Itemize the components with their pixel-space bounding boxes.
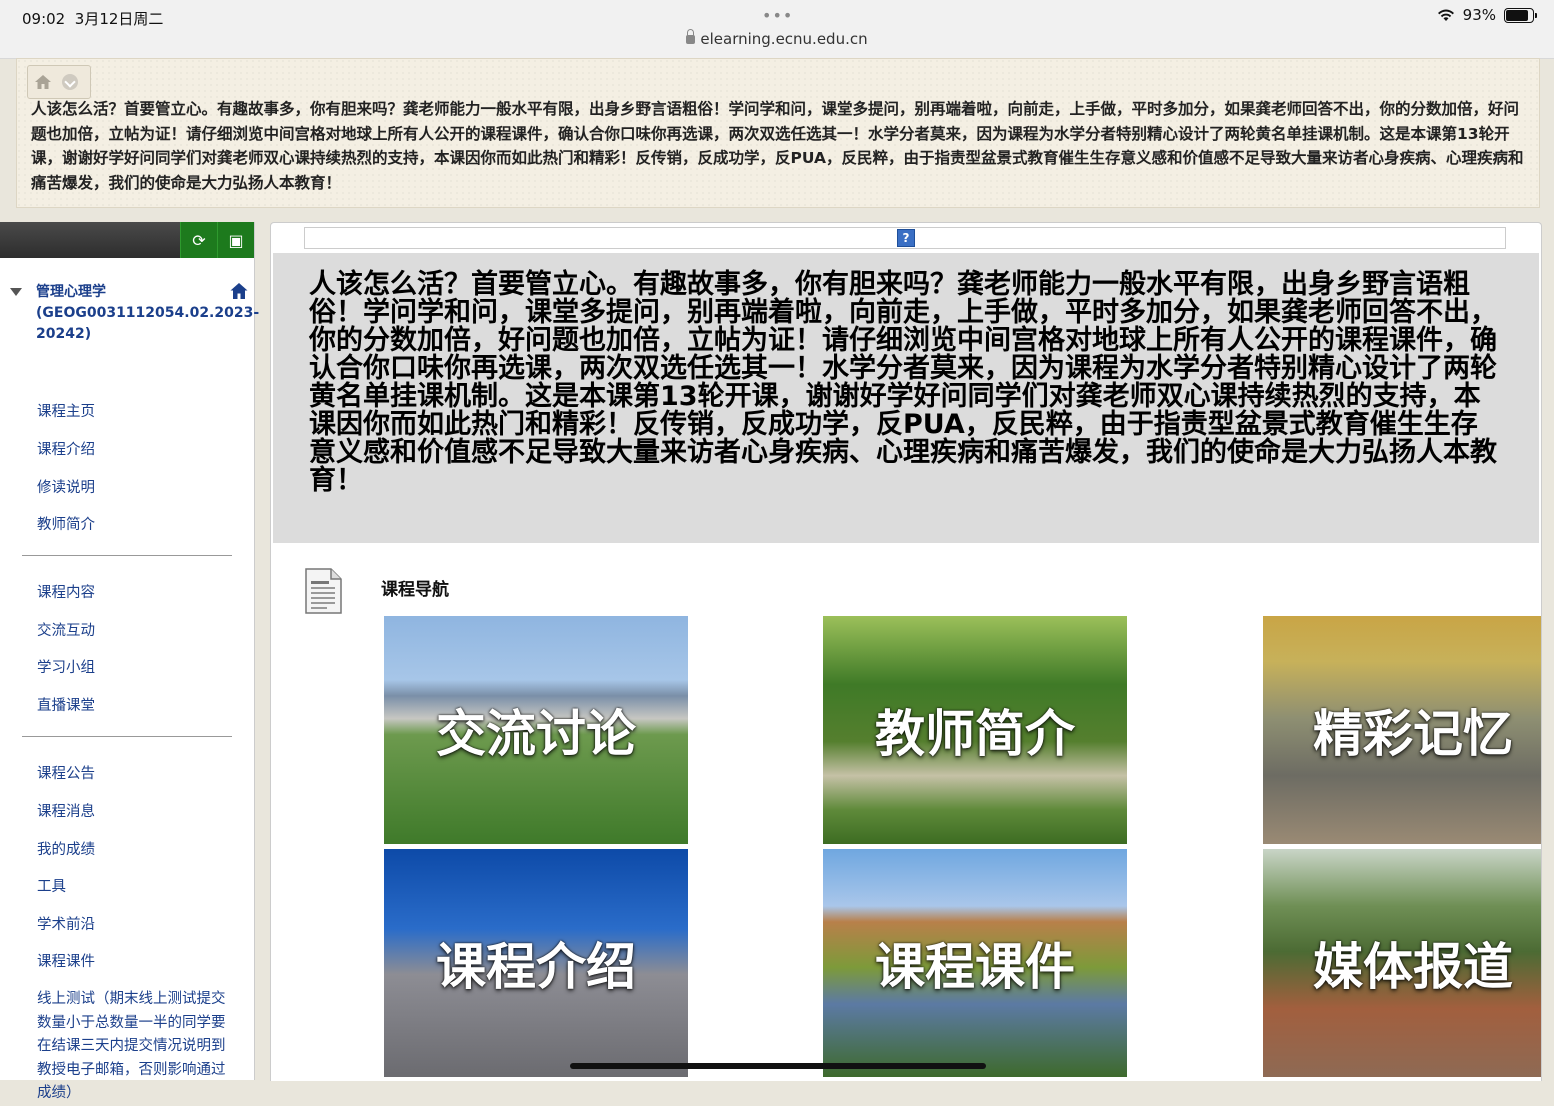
sidebar-item-tools[interactable]: 工具 (37, 875, 66, 896)
course-sidebar: ⟳ ▣ 管理心理学(GEOG0031112054.02.2023-20242) … (0, 222, 259, 1101)
course-header: 人该怎么活？首要管立心。有趣故事多，你有胆来吗？龚老师能力一般水平有限，出身乡野… (16, 58, 1540, 208)
browser-status-bar: 09:02 3月12日周二 ••• elearning.ecnu.edu.cn … (0, 0, 1554, 59)
sidebar-item-teacher-intro[interactable]: 教师简介 (37, 513, 95, 534)
course-title-link[interactable]: 管理心理学(GEOG0031112054.02.2023-20242) (36, 282, 259, 345)
status-right: 93% (1437, 6, 1537, 24)
tile-label: 交流讨论 (436, 705, 636, 763)
tile-media-reports[interactable]: 媒体报道 (1263, 849, 1541, 1077)
tile-label: 教师简介 (875, 705, 1075, 763)
document-icon (305, 568, 342, 614)
sidebar-item-online-test[interactable]: 线上测试（期末线上测试提交数量小于总数量一半的同学要在结课三天内提交情况说明到教… (37, 988, 229, 1106)
course-banner: 人该怎么活？首要管立心。有趣故事多，你有胆来吗？龚老师能力一般水平有限，出身乡野… (273, 253, 1539, 543)
sidebar-item-messages[interactable]: 课程消息 (37, 800, 95, 821)
chevron-down-icon[interactable] (62, 74, 78, 90)
sidebar-item-courseware[interactable]: 课程课件 (37, 950, 95, 971)
refresh-icon[interactable]: ⟳ (180, 222, 217, 258)
url-text: elearning.ecnu.edu.cn (700, 30, 868, 48)
sidebar-item-study-group[interactable]: 学习小组 (37, 656, 95, 677)
sidebar-item-announcements[interactable]: 课程公告 (37, 762, 95, 783)
wifi-icon (1437, 9, 1455, 22)
lock-icon (686, 29, 696, 44)
header-home-menu[interactable] (27, 65, 91, 99)
sidebar-item-study-notes[interactable]: 修读说明 (37, 476, 95, 497)
sidebar-item-course-intro[interactable]: 课程介绍 (37, 438, 95, 459)
course-navigation-title: 课程导航 (381, 580, 449, 600)
sidebar-item-course-home[interactable]: 课程主页 (37, 400, 95, 421)
header-slogan: 人该怎么活？首要管立心。有趣故事多，你有胆来吗？龚老师能力一般水平有限，出身乡野… (31, 100, 1524, 192)
sidebar-item-course-content[interactable]: 课程内容 (37, 581, 95, 602)
folder-icon[interactable]: ▣ (217, 222, 254, 258)
home-indicator[interactable] (570, 1063, 986, 1069)
sidebar-item-my-grades[interactable]: 我的成绩 (37, 838, 95, 859)
tile-label: 课程课件 (875, 938, 1075, 996)
main-content: ? 人该怎么活？首要管立心。有趣故事多，你有胆来吗？龚老师能力一般水平有限，出身… (270, 222, 1542, 1081)
help-bar: ? (304, 227, 1506, 249)
collapse-caret-icon[interactable] (10, 288, 22, 296)
tile-teacher-intro[interactable]: 教师简介 (823, 616, 1127, 844)
help-icon[interactable]: ? (897, 229, 915, 247)
tile-course-intro[interactable]: 课程介绍 (384, 849, 688, 1077)
tile-discussion[interactable]: 交流讨论 (384, 616, 688, 844)
sidebar-divider (22, 736, 232, 737)
sidebar-item-academic-frontier[interactable]: 学术前沿 (37, 913, 95, 934)
sidebar-toolbar: ⟳ ▣ (0, 222, 254, 258)
home-icon[interactable] (34, 73, 52, 91)
sidebar-item-live-class[interactable]: 直播课堂 (37, 694, 95, 715)
home-icon[interactable] (230, 282, 248, 300)
tile-label: 媒体报道 (1313, 938, 1513, 996)
multitask-dots[interactable]: ••• (762, 6, 793, 25)
banner-text: 人该怎么活？首要管立心。有趣故事多，你有胆来吗？龚老师能力一般水平有限，出身乡野… (309, 269, 1497, 496)
tile-memories[interactable]: 精彩记忆 (1263, 616, 1541, 844)
tile-courseware[interactable]: 课程课件 (823, 849, 1127, 1077)
status-time: 09:02 3月12日周二 (22, 10, 164, 28)
battery-icon (1504, 7, 1537, 23)
battery-percent: 93% (1462, 6, 1496, 24)
tile-label: 课程介绍 (436, 938, 636, 996)
tile-label: 精彩记忆 (1313, 705, 1513, 763)
sidebar-divider (22, 555, 232, 556)
address-bar[interactable]: elearning.ecnu.edu.cn (0, 29, 1554, 48)
sidebar-item-discussion[interactable]: 交流互动 (37, 619, 95, 640)
